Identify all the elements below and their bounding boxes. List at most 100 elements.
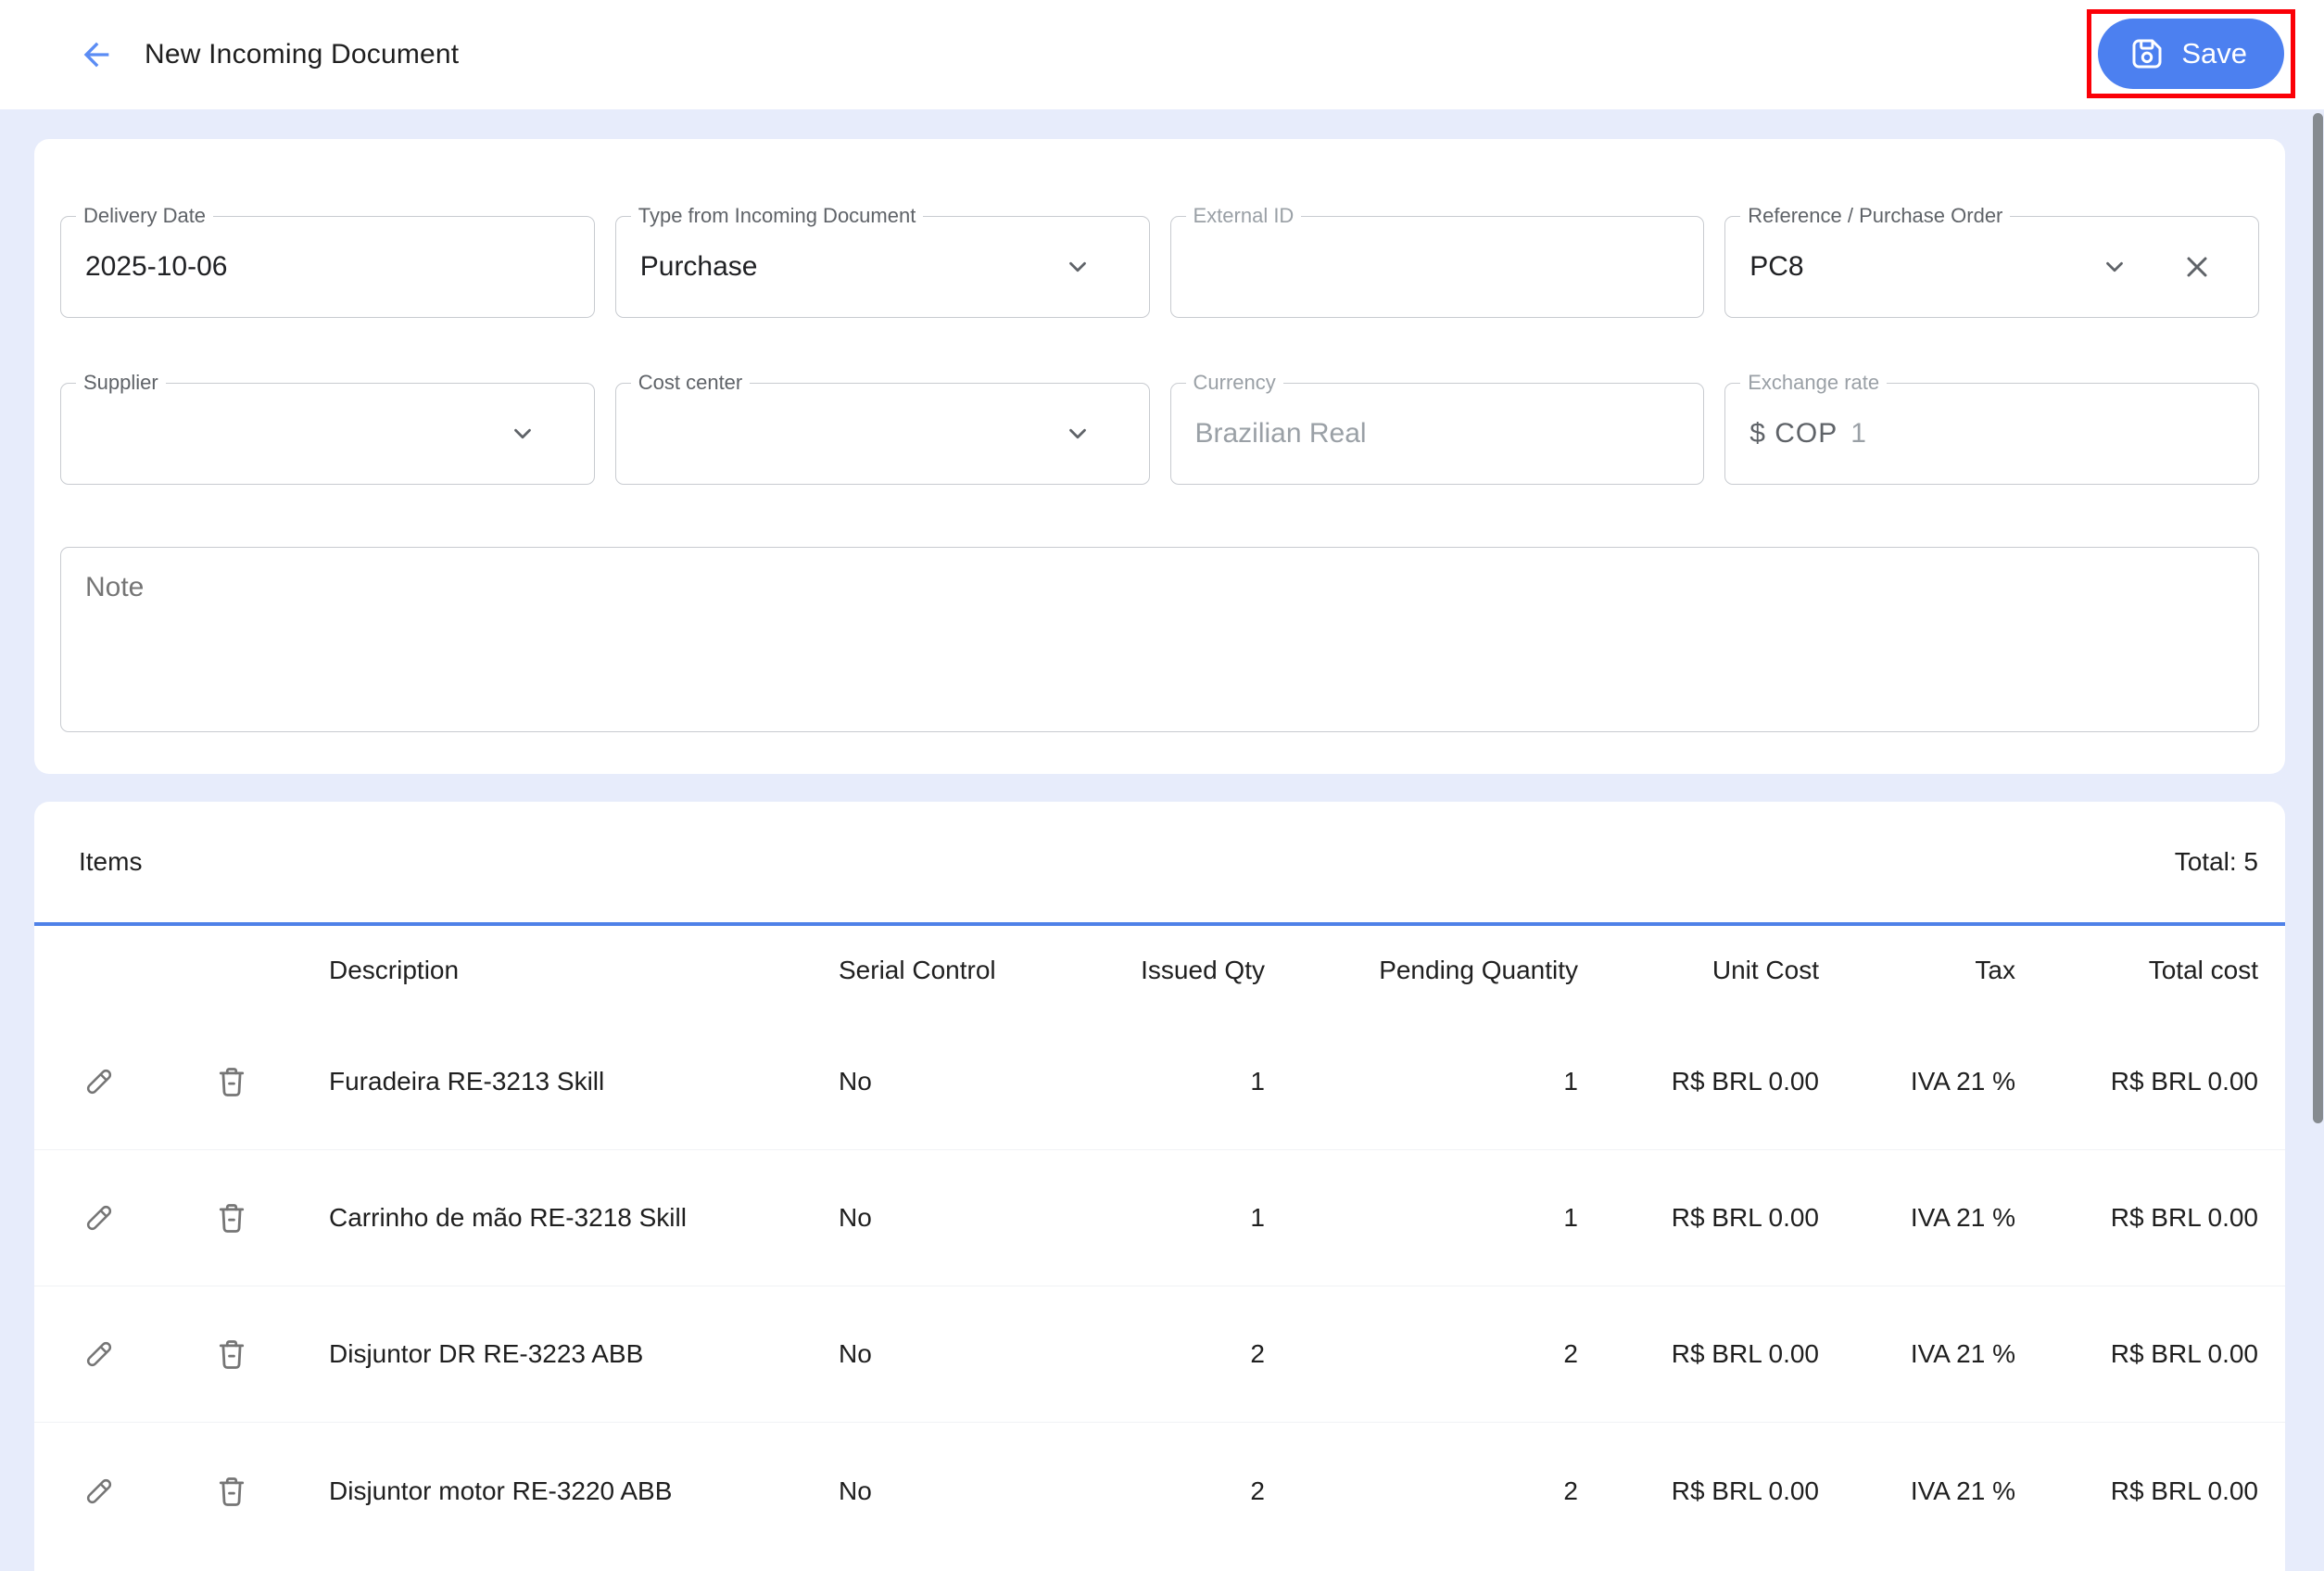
main-content: Delivery Date Type from Incoming Documen… (0, 109, 2324, 1571)
reference-purchase-order-select[interactable]: Reference / Purchase Order PC8 (1724, 204, 2259, 318)
item-serial-control: No (839, 1067, 872, 1096)
pencil-icon (86, 1069, 112, 1095)
exchange-rate-label: Exchange rate (1740, 371, 1888, 395)
item-pending-qty: 2 (1563, 1339, 1578, 1368)
chevron-down-icon (513, 428, 531, 439)
document-form-card: Delivery Date Type from Incoming Documen… (34, 139, 2285, 774)
item-description: Carrinho de mão RE-3218 Skill (329, 1203, 687, 1232)
item-total-cost: R$ BRL 0.00 (2110, 1067, 2258, 1096)
edit-row-button[interactable] (34, 1286, 164, 1422)
table-header-row: Description Serial Control Issued Qty Pe… (34, 926, 2285, 1014)
document-type-select[interactable]: Type from Incoming Document Purchase (614, 204, 1150, 318)
scrollbar[interactable] (2312, 109, 2324, 1503)
table-row: Disjuntor motor RE-3220 ABB No 2 2 R$ BR… (34, 1423, 2285, 1559)
table-row: Carrinho de mão RE-3218 Skill No 1 1 R$ … (34, 1150, 2285, 1286)
chevron-down-icon (1068, 428, 1086, 439)
item-description: Disjuntor DR RE-3223 ABB (329, 1339, 644, 1368)
save-highlight-box: Save (2087, 9, 2295, 98)
delete-row-button[interactable] (164, 1150, 298, 1286)
items-header: Items Total: 5 (34, 802, 2285, 922)
delete-row-button[interactable] (164, 1286, 298, 1422)
column-header-pending-quantity: Pending Quantity (1379, 955, 1578, 984)
item-serial-control: No (839, 1476, 872, 1505)
delete-row-button[interactable] (164, 1423, 298, 1559)
items-total-count: Total: 5 (2174, 847, 2258, 876)
currency-input (1170, 418, 1704, 450)
external-id-input[interactable] (1170, 251, 1704, 283)
currency-field: Currency (1169, 371, 1705, 485)
item-serial-control: No (839, 1339, 872, 1368)
edit-row-button[interactable] (34, 1150, 164, 1286)
exchange-rate-field[interactable]: Exchange rate $ COP 1 (1724, 371, 2259, 485)
item-unit-cost: R$ BRL 0.00 (1671, 1339, 1819, 1368)
cost-center-select[interactable]: Cost center (614, 371, 1150, 485)
item-unit-cost: R$ BRL 0.00 (1671, 1476, 1819, 1505)
exchange-rate-currency-prefix: $ COP (1749, 418, 1838, 449)
item-pending-qty: 1 (1563, 1203, 1578, 1232)
trash-icon (219, 1068, 244, 1096)
topbar: New Incoming Document Save (0, 0, 2324, 109)
close-icon (2187, 257, 2207, 277)
item-unit-cost: R$ BRL 0.00 (1671, 1067, 1819, 1096)
item-tax: IVA 21 % (1910, 1339, 2015, 1368)
external-id-field[interactable]: External ID (1169, 204, 1705, 318)
items-title: Items (79, 847, 143, 876)
save-icon (2132, 39, 2162, 69)
note-input[interactable] (60, 547, 2259, 732)
column-header-description: Description (329, 955, 460, 984)
exchange-rate-value: 1 (1850, 418, 1866, 449)
trash-icon (219, 1340, 244, 1369)
chevron-down-icon (1068, 261, 1086, 272)
column-header-serial-control: Serial Control (839, 955, 996, 984)
delete-row-button[interactable] (164, 1014, 298, 1149)
chevron-down-icon (2106, 261, 2123, 272)
item-description: Furadeira RE-3213 Skill (329, 1067, 605, 1096)
delivery-date-input[interactable] (61, 251, 594, 283)
table-row: Furadeira RE-3213 Skill No 1 1 R$ BRL 0.… (34, 1014, 2285, 1150)
save-button-label: Save (2181, 37, 2247, 70)
item-total-cost: R$ BRL 0.00 (2110, 1476, 2258, 1505)
item-tax: IVA 21 % (1910, 1203, 2015, 1232)
pencil-icon (86, 1341, 112, 1367)
item-pending-qty: 2 (1563, 1476, 1578, 1505)
currency-label: Currency (1185, 371, 1283, 395)
items-card: Items Total: 5 Description Serial Contro… (34, 802, 2285, 1571)
arrow-left-icon (83, 42, 109, 68)
item-tax: IVA 21 % (1910, 1067, 2015, 1096)
column-header-tax: Tax (1975, 955, 2015, 984)
supplier-label: Supplier (76, 371, 166, 395)
external-id-label: External ID (1185, 204, 1302, 228)
item-serial-control: No (839, 1203, 872, 1232)
column-header-unit-cost: Unit Cost (1711, 955, 1819, 984)
scrollbar-thumb[interactable] (2313, 113, 2323, 1123)
delivery-date-label: Delivery Date (76, 204, 214, 228)
trash-icon (219, 1476, 244, 1506)
item-issued-qty: 1 (1250, 1067, 1265, 1096)
column-header-total-cost: Total cost (2148, 955, 2258, 984)
item-total-cost: R$ BRL 0.00 (2110, 1339, 2258, 1368)
back-button[interactable] (76, 34, 117, 75)
reference-purchase-order-label: Reference / Purchase Order (1740, 204, 2011, 228)
item-total-cost: R$ BRL 0.00 (2110, 1203, 2258, 1232)
clear-reference-button[interactable] (2177, 247, 2217, 287)
item-issued-qty: 1 (1250, 1203, 1265, 1232)
edit-row-button[interactable] (34, 1014, 164, 1149)
trash-icon (219, 1204, 244, 1233)
cost-center-label: Cost center (630, 371, 751, 395)
save-button[interactable]: Save (2098, 19, 2284, 89)
edit-row-button[interactable] (34, 1423, 164, 1559)
item-pending-qty: 1 (1563, 1067, 1578, 1096)
item-description: Disjuntor motor RE-3220 ABB (329, 1476, 673, 1505)
item-issued-qty: 2 (1250, 1476, 1265, 1505)
table-row: Disjuntor DR RE-3223 ABB No 2 2 R$ BRL 0… (34, 1286, 2285, 1423)
item-tax: IVA 21 % (1910, 1476, 2015, 1505)
document-type-label: Type from Incoming Document (630, 204, 924, 228)
item-unit-cost: R$ BRL 0.00 (1671, 1203, 1819, 1232)
supplier-select[interactable]: Supplier (60, 371, 595, 485)
item-issued-qty: 2 (1250, 1339, 1265, 1368)
column-header-issued-qty: Issued Qty (1141, 955, 1265, 984)
pencil-icon (86, 1205, 112, 1231)
page-title: New Incoming Document (145, 39, 460, 70)
delivery-date-field[interactable]: Delivery Date (60, 204, 595, 318)
fields-grid: Delivery Date Type from Incoming Documen… (34, 139, 2285, 485)
